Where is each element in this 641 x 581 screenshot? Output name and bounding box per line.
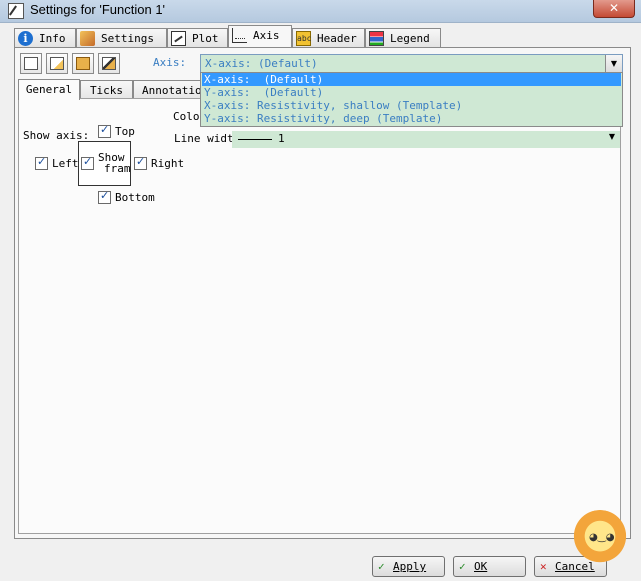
axis-option[interactable]: X-axis: Resistivity, shallow (Template) [202,99,621,112]
check-icon: ✓ [459,560,466,573]
show-frame-label-line2: frame [104,162,130,175]
right-label: Right [151,157,185,170]
header-icon: abc [296,31,311,46]
bottom-label: Bottom [115,191,155,204]
show-frame-checkbox[interactable] [81,155,94,170]
tab-axis[interactable]: Axis [228,25,292,47]
line-width-value: 1 [278,132,285,145]
apply-label: Apply [393,560,427,573]
axis-select-value: X-axis: (Default) [205,57,318,70]
axis-select[interactable]: X-axis: (Default) ▼ [200,54,623,73]
tab-axis-label: Axis [253,29,280,42]
apply-button[interactable]: ✓ Apply [372,556,445,577]
axis-icon [232,28,247,43]
app-icon [8,3,24,19]
axis-label: Axis: [153,56,187,69]
tab-annotation[interactable]: Annotation [133,80,208,99]
new-axis-button[interactable] [46,53,68,74]
axis-dropdown-list: X-axis: (Default) Y-axis: (Default) X-ax… [200,72,623,127]
line-width-label: Line width [174,132,241,145]
line-width-select[interactable]: 1 ▼ [232,131,620,148]
tab-header-label: Header [317,32,357,45]
new-template-icon [24,57,38,70]
paint-button[interactable] [98,53,120,74]
tab-ticks[interactable]: Ticks [80,80,133,99]
left-checkbox[interactable] [35,155,48,170]
axis-option[interactable]: X-axis: (Default) [202,73,621,86]
tab-plot[interactable]: Plot [167,28,228,47]
top-checkbox[interactable] [98,123,111,138]
tab-settings-label: Settings [101,32,154,45]
chevron-down-icon[interactable]: ▼ [609,132,615,141]
ok-label: OK [474,560,488,573]
mascot-icon: ◕‿◕ [571,510,629,568]
tab-info[interactable]: i Info [14,28,76,47]
cancel-icon: ✕ [540,560,547,573]
tab-legend[interactable]: Legend [365,28,441,47]
bottom-checkbox[interactable] [98,189,111,204]
tab-info-label: Info [39,32,66,45]
axis-option[interactable]: Y-axis: (Default) [202,86,621,99]
top-label: Top [115,125,135,138]
close-button[interactable]: ✕ [593,0,635,18]
tab-general[interactable]: General [18,79,80,100]
tab-plot-label: Plot [192,32,219,45]
open-folder-icon [76,57,90,70]
tab-legend-label: Legend [390,32,430,45]
show-frame-label-clip: frame [104,162,130,176]
legend-icon [369,31,384,46]
check-icon: ✓ [378,560,385,573]
axis-option[interactable]: Y-axis: Resistivity, deep (Template) [202,112,621,125]
plot-icon [171,31,186,46]
paint-icon [102,57,116,70]
title-bar: Settings for 'Function 1' ✕ [0,0,641,23]
chevron-down-icon[interactable]: ▼ [605,55,622,72]
settings-icon [80,31,95,46]
new-template-button[interactable] [20,53,42,74]
window-title: Settings for 'Function 1' [30,2,166,17]
right-checkbox[interactable] [134,155,147,170]
new-axis-icon [50,57,64,70]
tab-header[interactable]: abc Header [292,28,365,47]
mascot-face: ◕‿◕ [589,532,615,543]
left-label: Left [52,157,79,170]
ok-button[interactable]: ✓ OK [453,556,526,577]
tab-settings[interactable]: Settings [76,28,167,47]
line-sample [238,139,272,140]
info-icon: i [18,31,33,46]
open-folder-button[interactable] [72,53,94,74]
